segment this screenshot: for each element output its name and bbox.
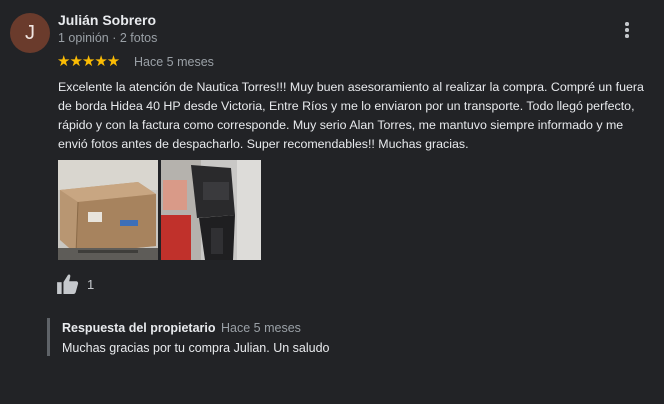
reviewer-meta: 1 opinión · 2 fotos <box>58 31 158 45</box>
review-card: J Julián Sobrero 1 opinión · 2 fotos ★★★… <box>0 0 664 404</box>
photo-outboard-motor-icon <box>161 160 261 260</box>
owner-response-title: Respuesta del propietario <box>62 321 216 335</box>
owner-response-text: Muchas gracias por tu compra Julian. Un … <box>62 341 330 355</box>
avatar[interactable]: J <box>10 13 50 53</box>
review-text: Excelente la atención de Nautica Torres!… <box>58 80 644 151</box>
review-photo-1[interactable] <box>58 160 158 260</box>
owner-response-header: Respuesta del propietario Hace 5 meses <box>62 321 622 335</box>
review-photo-2[interactable] <box>161 160 261 260</box>
more-vert-icon[interactable] <box>617 20 637 40</box>
reviewer-name[interactable]: Julián Sobrero <box>58 12 156 28</box>
like-button[interactable]: 1 <box>57 274 94 294</box>
menu-dot <box>625 28 629 32</box>
owner-response-time: Hace 5 meses <box>221 321 301 335</box>
menu-dot <box>625 22 629 26</box>
photo-boxed-motor-icon <box>58 160 158 260</box>
thumbs-up-icon <box>57 274 79 294</box>
star-rating: ★★★★★ <box>57 53 120 70</box>
review-time: Hace 5 meses <box>134 55 214 69</box>
owner-response: Respuesta del propietario Hace 5 meses M… <box>47 318 622 356</box>
like-count: 1 <box>87 276 95 292</box>
avatar-letter: J <box>25 22 35 44</box>
menu-dot <box>625 34 629 38</box>
